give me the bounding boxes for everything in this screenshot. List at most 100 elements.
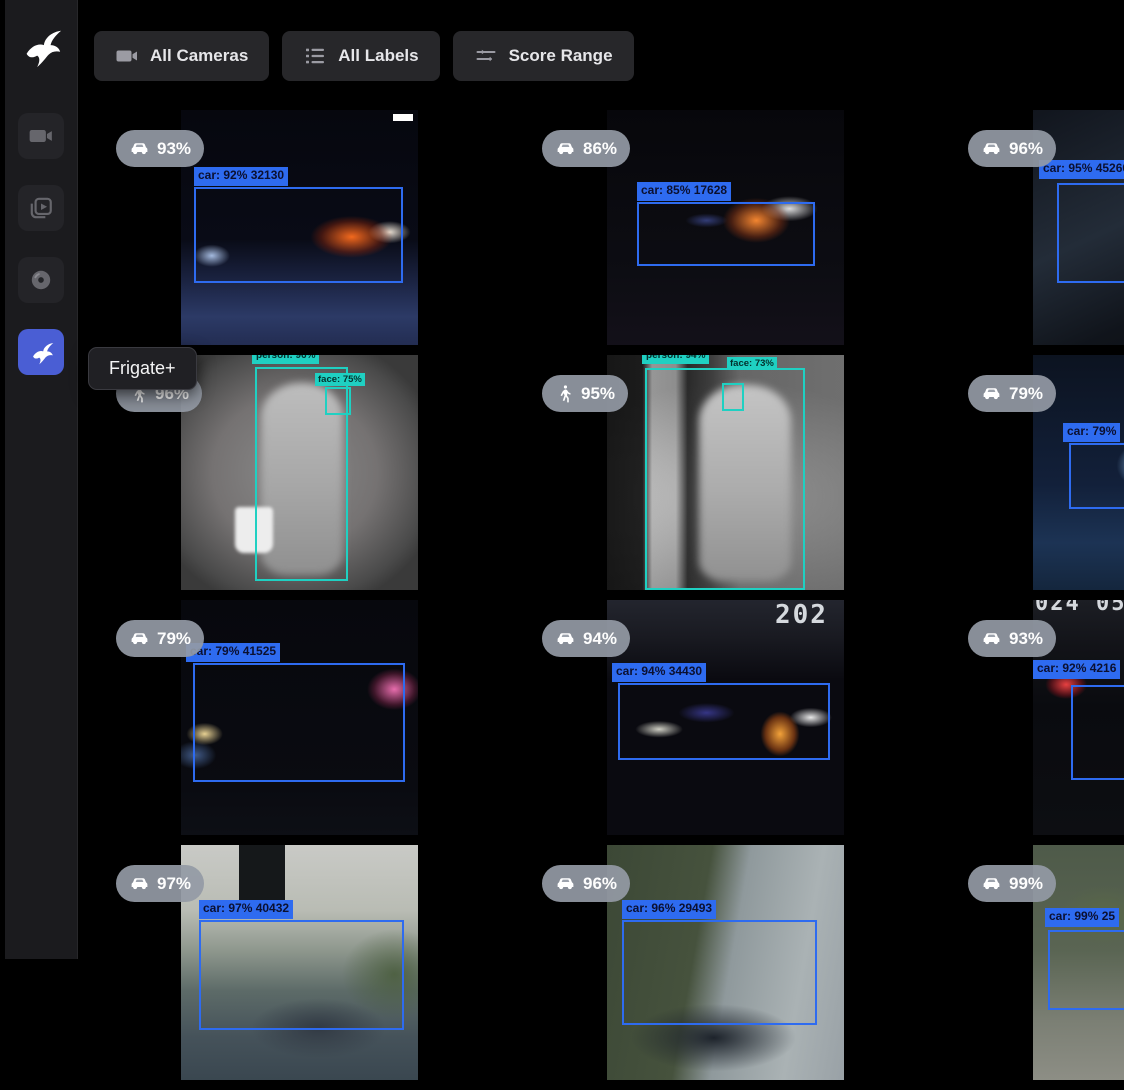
filter-label: All Cameras [150, 46, 248, 66]
score-badge: 86% [542, 130, 630, 167]
video-camera-icon [28, 123, 54, 149]
submission-cell: car: 92% 4216 024 05 0 93% [948, 600, 1124, 845]
detection-box [1069, 443, 1124, 509]
score-badge: 94% [542, 620, 630, 657]
detection-box [1048, 930, 1124, 1010]
snapshot-thumbnail[interactable]: car: 94% 34430 202 [607, 600, 844, 835]
video-camera-icon [115, 44, 139, 68]
face-label: face: 75% [315, 373, 365, 386]
detection-box [1057, 183, 1124, 283]
detection-label: car: 99% 25 [1045, 908, 1119, 927]
car-icon [129, 873, 150, 894]
snapshot-thumbnail[interactable]: person: 94% face: 73% [607, 355, 844, 590]
score-value: 99% [1009, 874, 1043, 894]
sliders-icon [474, 44, 498, 68]
submission-cell: car: 92% 3213093% [96, 110, 522, 355]
frigate-logo [18, 24, 64, 70]
sidebar-item-frigate-plus[interactable] [18, 329, 64, 375]
score-badge: 79% [116, 620, 204, 657]
score-value: 96% [583, 874, 617, 894]
detection-box [637, 202, 815, 266]
detection-label: car: 85% 17628 [637, 182, 731, 201]
detection-box [622, 920, 817, 1025]
timestamp-overlay: 024 05 0 [1035, 600, 1124, 616]
submissions-grid: car: 92% 3213093%car: 85% 1762886%car: 9… [96, 110, 1124, 1090]
submission-cell: car: 96% 29493 96% [522, 845, 948, 1090]
score-badge: 95% [542, 375, 628, 412]
detection-label: car: 97% 40432 [199, 900, 293, 919]
sidebar-item-review[interactable] [18, 185, 64, 231]
detection-label: person: 96% [252, 355, 319, 364]
submission-cell: car: 79% 79% [948, 355, 1124, 600]
frigate-bird-icon [28, 339, 55, 366]
detection-label: car: 96% 29493 [622, 900, 716, 919]
score-value: 93% [157, 139, 191, 159]
face-box [722, 383, 744, 411]
score-value: 95% [581, 384, 615, 404]
car-icon [129, 138, 150, 159]
score-badge: 93% [116, 130, 204, 167]
score-value: 94% [583, 629, 617, 649]
score-value: 79% [1009, 384, 1043, 404]
sidebar-nav [18, 113, 64, 375]
snapshot-thumbnail[interactable]: person: 96% face: 75% [181, 355, 418, 590]
score-badge: 93% [968, 620, 1056, 657]
snapshot-thumbnail[interactable]: car: 97% 40432 [181, 845, 418, 1080]
detection-box [1071, 685, 1124, 780]
tooltip-label: Frigate+ [109, 358, 176, 378]
car-icon [981, 138, 1002, 159]
face-label: face: 73% [727, 357, 777, 370]
detection-label: car: 95% 45260 [1039, 160, 1124, 179]
car-icon [981, 873, 1002, 894]
detection-label: car: 94% 34430 [612, 663, 706, 682]
car-icon [555, 873, 576, 894]
score-value: 79% [157, 629, 191, 649]
sidebar-item-export[interactable] [18, 257, 64, 303]
filter-label: Score Range [509, 46, 613, 66]
filter-label: All Labels [338, 46, 418, 66]
submission-cell: person: 96%face: 75%96% [96, 355, 522, 600]
car-icon [981, 628, 1002, 649]
score-badge: 96% [968, 130, 1056, 167]
detection-label: car: 92% 32130 [194, 167, 288, 186]
detection-label: car: 92% 4216 [1033, 660, 1120, 679]
sidebar [5, 0, 78, 959]
score-value: 96% [1009, 139, 1043, 159]
detection-label: car: 79% [1063, 423, 1120, 442]
score-badge: 96% [542, 865, 630, 902]
car-icon [555, 138, 576, 159]
submission-cell: car: 85% 17628 86% [522, 110, 948, 355]
snapshot-thumbnail[interactable]: car: 79% 41525 [181, 600, 418, 835]
score-value: 93% [1009, 629, 1043, 649]
review-icon [28, 195, 54, 221]
all-cameras-filter-button[interactable]: All Cameras [94, 31, 269, 81]
snapshot-thumbnail[interactable]: car: 92% 32130 [181, 110, 418, 345]
submission-cell: car: 97% 40432 97% [96, 845, 522, 1090]
score-badge: 97% [116, 865, 204, 902]
snapshot-thumbnail[interactable]: car: 85% 17628 [607, 110, 844, 345]
all-labels-filter-button[interactable]: All Labels [282, 31, 439, 81]
car-icon [129, 628, 150, 649]
detection-label: person: 94% [642, 355, 709, 364]
submission-cell: car: 95% 4526096% [948, 110, 1124, 355]
list-icon [303, 44, 327, 68]
timestamp-overlay: 202 [775, 600, 828, 630]
detection-box [618, 683, 830, 760]
car-icon [555, 628, 576, 649]
score-badge: 79% [968, 375, 1056, 412]
score-value: 97% [157, 874, 191, 894]
detection-box [193, 663, 405, 782]
sidebar-item-live[interactable] [18, 113, 64, 159]
disc-icon [28, 267, 54, 293]
score-range-filter-button[interactable]: Score Range [453, 31, 634, 81]
submission-cell: car: 79% 4152579% [96, 600, 522, 845]
person-icon [555, 384, 574, 403]
filter-toolbar: All Cameras All Labels Score Range [94, 31, 634, 81]
submission-cell: car: 94% 34430 202 94% [522, 600, 948, 845]
submission-cell: car: 99% 2599% [948, 845, 1124, 1090]
car-icon [981, 383, 1002, 404]
frigate-plus-tooltip: Frigate+ [88, 347, 197, 390]
detection-box [194, 187, 403, 283]
snapshot-thumbnail[interactable]: car: 96% 29493 [607, 845, 844, 1080]
face-box [325, 387, 351, 415]
